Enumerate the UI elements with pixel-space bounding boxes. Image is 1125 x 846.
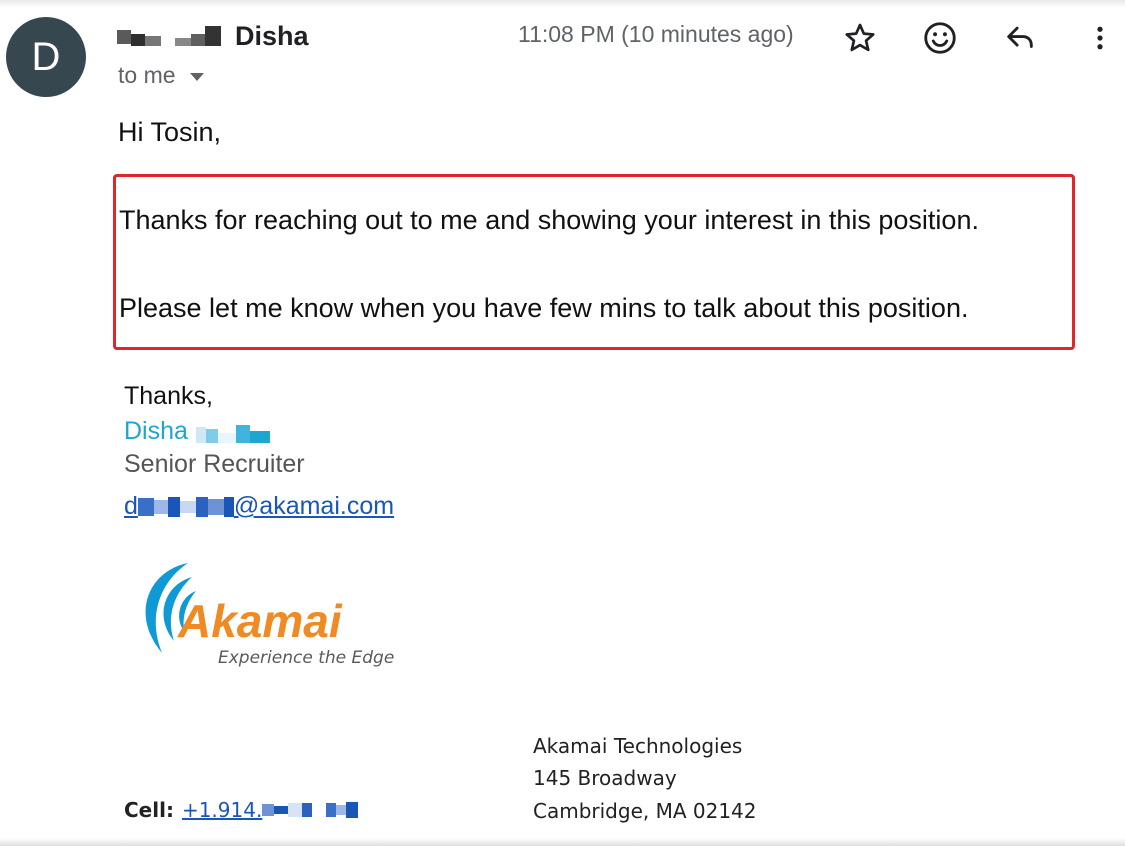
more-options-button[interactable] — [1078, 16, 1122, 60]
cell-label: Cell: — [124, 798, 174, 822]
signature-title: Senior Recruiter — [124, 450, 305, 478]
signature-email-link[interactable]: d @akamai.com — [124, 492, 394, 521]
redacted-sender-middle — [175, 26, 227, 46]
reply-button[interactable] — [998, 16, 1042, 60]
emoji-icon — [924, 22, 956, 54]
sender-name[interactable]: Disha — [235, 21, 309, 52]
body-line-2: Please let me know when you have few min… — [119, 293, 969, 323]
email-greeting: Hi Tosin, — [118, 117, 222, 147]
redacted-signature-lastname — [195, 421, 270, 443]
emoji-reaction-button[interactable] — [918, 16, 962, 60]
cell-phone-link[interactable]: +1.914. — [181, 798, 359, 822]
cell-phone-row: Cell: +1.914. — [124, 798, 359, 822]
star-icon — [845, 23, 875, 52]
cell-number-visible: +1.914. — [181, 798, 263, 822]
reply-icon — [1007, 26, 1033, 48]
redacted-cell-number — [262, 799, 359, 821]
address-line-2: Cambridge, MA 02142 — [533, 799, 757, 823]
star-button[interactable] — [838, 16, 882, 60]
company-name: Akamai Technologies — [533, 734, 743, 758]
redacted-email-local — [137, 495, 234, 519]
email-prefix: d — [124, 492, 138, 520]
chevron-down-icon — [189, 72, 204, 81]
redacted-sender-firstname — [117, 26, 167, 46]
sender-row: Disha — [117, 18, 309, 54]
signature-closing: Thanks, — [124, 382, 213, 410]
akamai-logo: Akamai Experience the Edge — [145, 563, 394, 668]
email-domain: @akamai.com — [233, 492, 395, 520]
body-line-1: Thanks for reaching out to me and showin… — [119, 205, 979, 235]
recipient-label: to me — [118, 62, 176, 88]
signature-first-name: Disha — [124, 417, 188, 445]
top-shadow — [0, 0, 1125, 8]
address-line-1: 145 Broadway — [533, 766, 677, 790]
logo-wordmark: Akamai — [177, 595, 343, 647]
more-options-icon — [1097, 26, 1103, 50]
recipient-details-toggle[interactable]: to me — [118, 62, 204, 89]
signature-name: Disha — [124, 417, 270, 446]
bottom-shadow — [0, 838, 1125, 846]
sender-avatar[interactable]: D — [6, 17, 86, 97]
logo-tagline: Experience the Edge — [218, 648, 394, 668]
email-timestamp: 11:08 PM (10 minutes ago) — [518, 21, 794, 47]
